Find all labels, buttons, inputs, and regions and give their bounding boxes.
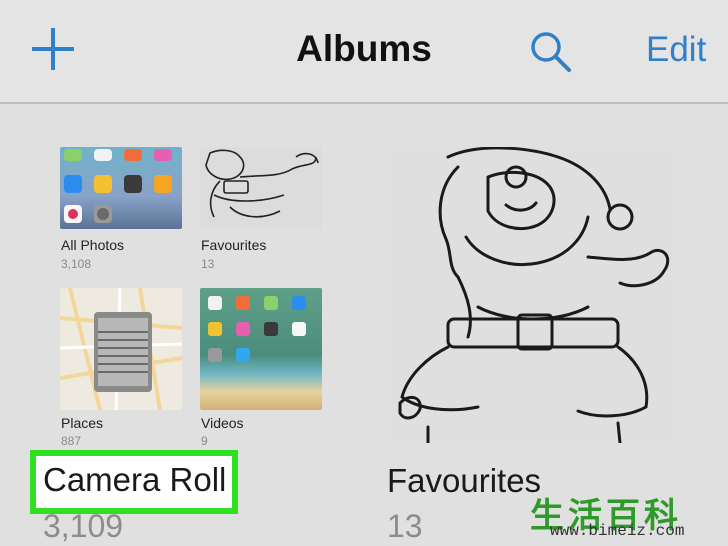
watermark: 生活百科 www.bimeiz.com	[514, 486, 728, 546]
album-label-favourites: Favourites	[201, 237, 267, 253]
album-thumbnail-favourites[interactable]	[200, 147, 322, 229]
album-label-camera-roll[interactable]: Camera Roll	[43, 461, 226, 499]
page-title: Albums	[296, 28, 432, 69]
watermark-url: www.bimeiz.com	[550, 522, 685, 540]
album-thumbnail-places[interactable]	[60, 288, 182, 410]
album-thumbnail-favourites-large[interactable]	[388, 147, 673, 443]
album-count-all-photos: 3,108	[61, 257, 92, 271]
album-thumbnail-videos[interactable]	[200, 288, 322, 410]
album-count-favourites-large: 13	[387, 508, 423, 544]
album-label-videos: Videos	[201, 415, 244, 431]
album-count-camera-roll: 3,109	[43, 508, 124, 544]
edit-button[interactable]: Edit	[646, 30, 706, 70]
search-icon[interactable]	[529, 30, 573, 74]
album-label-all-photos: All Photos	[61, 237, 125, 253]
album-count-places: 887	[61, 434, 82, 448]
album-count-favourites: 13	[201, 257, 215, 271]
album-thumbnail-all-photos[interactable]	[60, 147, 182, 229]
album-label-places: Places	[61, 415, 104, 431]
album-count-videos: 9	[201, 434, 208, 448]
navigation-bar: Albums Edit	[0, 0, 728, 104]
